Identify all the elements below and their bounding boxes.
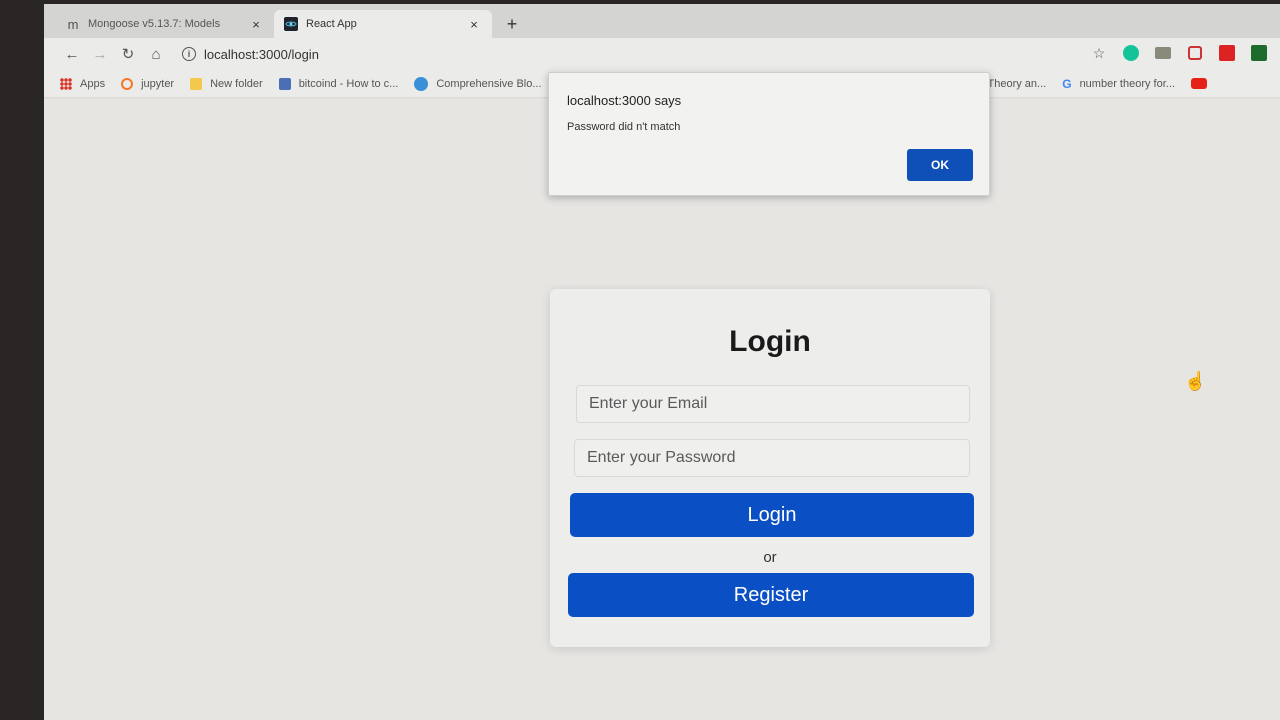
bookmark-comprehensive[interactable]: Comprehensive Blo...: [414, 76, 542, 91]
tab-title: React App: [306, 18, 357, 30]
login-button[interactable]: Login: [570, 493, 974, 537]
reload-icon[interactable]: ↻: [114, 40, 142, 68]
react-icon: [284, 17, 298, 31]
tab-mongoose[interactable]: m Mongoose v5.13.7: Models ×: [56, 10, 274, 38]
jupyter-icon: [121, 77, 134, 90]
google-icon: G: [1062, 76, 1072, 91]
alert-title: localhost:3000 says: [567, 93, 682, 108]
tab-strip: m Mongoose v5.13.7: Models × React App ×…: [44, 4, 1280, 38]
bookmark-label: Apps: [80, 77, 106, 90]
bookmark-apps[interactable]: Apps: [60, 77, 106, 90]
youtube-icon: [1190, 78, 1207, 89]
mongoose-icon: m: [67, 16, 79, 32]
hand-cursor-icon: ☝: [1184, 371, 1207, 391]
tab-react-app[interactable]: React App ×: [274, 10, 492, 38]
apps-grid-icon: [60, 77, 72, 90]
bookmark-theory[interactable]: Theory an...: [988, 78, 1047, 90]
grammarly-icon[interactable]: [1120, 42, 1142, 64]
back-icon[interactable]: ←: [58, 40, 86, 68]
home-icon[interactable]: ⌂: [142, 40, 170, 68]
close-tab-icon[interactable]: ×: [248, 17, 264, 32]
or-separator: or: [763, 549, 777, 566]
bookmark-label: bitcoind - How to c...: [298, 77, 399, 90]
address-bar[interactable]: i localhost:3000/login: [176, 41, 1036, 67]
login-card: Login Login or Register: [550, 289, 990, 647]
browser-toolbar: ← → ↻ ⌂ i localhost:3000/login ☆: [44, 38, 1280, 70]
bookmark-bitcoind[interactable]: bitcoind - How to c...: [278, 77, 399, 90]
password-field[interactable]: [574, 439, 970, 477]
bookmark-label: number theory for...: [1079, 77, 1175, 90]
bookmark-label: Theory an...: [987, 77, 1047, 90]
extension-icons: ☆: [1088, 42, 1270, 64]
ok-button[interactable]: OK: [907, 149, 973, 181]
alert-dialog: localhost:3000 says Password did n't mat…: [548, 72, 990, 196]
bookmark-star-icon[interactable]: ☆: [1088, 42, 1110, 64]
bookmark-label: Comprehensive Blo...: [436, 77, 542, 90]
bookmark-new-folder[interactable]: New folder: [190, 77, 263, 90]
site-icon: [278, 77, 291, 90]
bookmark-number-theory[interactable]: G number theory for...: [1062, 77, 1175, 91]
bookmark-label: New folder: [210, 77, 263, 90]
close-tab-icon[interactable]: ×: [466, 17, 482, 32]
url-text: localhost:3000/login: [204, 46, 319, 62]
site-info-icon[interactable]: i: [182, 47, 196, 61]
pdf-extension-icon[interactable]: [1216, 42, 1238, 64]
globe-icon: [414, 76, 429, 91]
alert-message: Password did n't match: [567, 121, 681, 133]
bookmark-youtube[interactable]: [1190, 78, 1215, 89]
bookmark-label: jupyter: [141, 77, 175, 90]
pocket-icon[interactable]: [1184, 42, 1206, 64]
new-tab-button[interactable]: +: [498, 10, 526, 38]
image-extension-icon[interactable]: [1152, 42, 1174, 64]
green-extension-icon[interactable]: [1248, 42, 1270, 64]
browser-window: m Mongoose v5.13.7: Models × React App ×…: [44, 4, 1280, 720]
folder-icon: [190, 77, 203, 90]
login-heading: Login: [729, 325, 811, 358]
bookmark-jupyter[interactable]: jupyter: [121, 77, 175, 90]
tab-title: Mongoose v5.13.7: Models: [88, 18, 221, 30]
email-field[interactable]: [576, 385, 970, 423]
forward-icon[interactable]: →: [86, 40, 114, 68]
register-button[interactable]: Register: [568, 573, 974, 617]
